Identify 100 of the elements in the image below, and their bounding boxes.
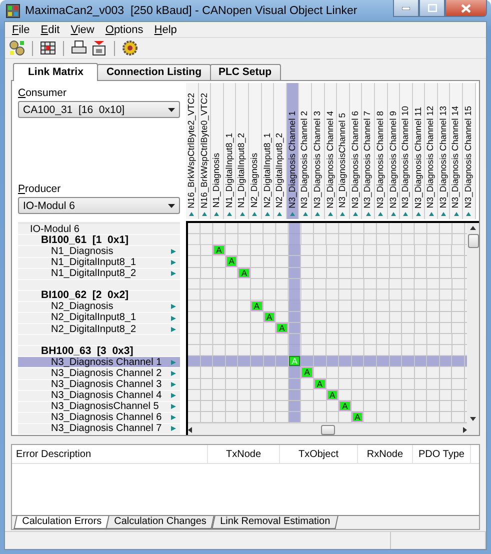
horizontal-scrollbar[interactable] [188,423,467,435]
matrix-cell[interactable] [226,268,238,279]
matrix-cell[interactable] [213,300,226,312]
matrix-cell[interactable] [188,378,201,390]
matrix-cell[interactable] [188,245,201,256]
column-header[interactable]: N3_Diagnosis Channel 15 [463,83,476,220]
signal-row[interactable]: N2_DigitalInput8_2 [18,324,180,336]
menu-item[interactable]: View [68,24,102,36]
maximize-button[interactable] [419,0,445,17]
matrix-cell[interactable] [364,300,377,312]
matrix-cell[interactable] [276,400,289,412]
matrix-cell[interactable] [288,245,302,256]
matrix-cell[interactable] [264,367,276,379]
matrix-cell[interactable] [352,356,364,368]
column-header[interactable]: N3_DiagnosisChannel 5 [337,83,350,220]
matrix-cell[interactable] [288,367,302,379]
column-header[interactable]: N3_Diagnosis Channel 8 [374,83,388,220]
matrix-cell[interactable] [213,256,226,268]
matrix-cell[interactable] [264,245,276,256]
scroll-left-icon[interactable] [188,426,192,432]
matrix-cell[interactable] [376,245,390,256]
matrix-cell[interactable] [250,256,264,268]
matrix-cell[interactable] [452,256,466,268]
matrix-cell[interactable] [364,245,377,256]
matrix-cell[interactable] [238,356,251,368]
link-marker[interactable]: A [226,256,238,267]
matrix-cell[interactable] [188,367,201,379]
matrix-cell[interactable] [364,378,377,390]
matrix-cell[interactable] [339,268,352,279]
consumer-dropdown[interactable]: CA100_31 [16 0x10] [18,101,180,118]
matrix-cell[interactable] [352,256,364,268]
matrix-cell[interactable] [200,356,214,368]
signal-row[interactable]: N3_Diagnosis Channel 7 [18,424,180,435]
matrix-cell[interactable] [188,256,201,268]
column-header[interactable]: N16_BrkWspCtrlByte2_VTC2 [186,83,199,220]
matrix-cell[interactable] [226,323,238,334]
matrix-cell[interactable] [276,412,289,423]
column-header[interactable]: N3_Diagnosis Channel 7 [362,83,375,220]
link-marker[interactable]: A [238,268,250,278]
matrix-cell[interactable] [427,245,440,256]
matrix-cell[interactable] [238,390,251,401]
matrix-cell[interactable] [276,390,289,401]
matrix-cell[interactable] [452,268,466,279]
scroll-up-icon[interactable] [470,226,476,230]
column-header[interactable]: RxNode [358,445,413,463]
matrix-cell[interactable] [402,412,415,423]
print-preview-icon[interactable] [91,40,107,56]
column-header[interactable]: PDO Type [413,445,471,463]
matrix-cell[interactable] [188,300,201,312]
matrix-cell[interactable] [200,323,214,334]
column-header[interactable]: N2_DigitalInput8_1 [262,83,274,220]
column-header[interactable]: N3_Diagnosis Channel 1 [286,83,300,220]
column-header[interactable]: N1_Diagnosis [211,83,224,220]
matrix-cell[interactable] [188,412,201,423]
column-header[interactable]: Error Description [12,445,208,463]
matrix-cell[interactable] [326,256,340,268]
device-row[interactable]: IO-Modul 6 [18,224,180,236]
matrix-cell[interactable] [364,312,377,324]
matrix-cell[interactable] [452,245,466,256]
link-marker[interactable]: A [339,400,351,411]
matrix-cell[interactable] [326,367,340,379]
matrix-cell[interactable] [276,245,289,256]
matrix-cell[interactable] [276,268,289,279]
matrix-cell[interactable] [314,256,327,268]
matrix-cell[interactable] [213,412,226,423]
matrix-cell[interactable] [402,378,415,390]
matrix-cell[interactable] [364,356,377,368]
matrix-cell[interactable] [288,323,302,334]
column-header[interactable]: N3_Diagnosis Channel 14 [450,83,464,220]
matrix-cell[interactable] [301,312,314,324]
matrix-cell[interactable] [452,412,466,423]
column-header[interactable]: N3_Diagnosis Channel 2 [299,83,312,220]
matrix-cell[interactable] [200,245,214,256]
matrix-cell[interactable] [238,400,251,412]
matrix-cell[interactable] [276,312,289,324]
matrix-cell[interactable] [276,378,289,390]
matrix-cell[interactable] [213,378,226,390]
link-marker[interactable]: A [213,245,225,256]
matrix-cell[interactable] [314,300,327,312]
tab[interactable]: Connection Listing [97,64,211,80]
matrix-cell[interactable] [339,323,352,334]
column-header[interactable]: N16_BrkWspCtrlByte0_VTC2 [198,83,212,220]
matrix-cell[interactable] [250,312,264,324]
matrix-cell[interactable] [276,356,289,368]
matrix-cell[interactable] [276,300,289,312]
matrix-cell[interactable] [452,312,466,324]
matrix-cell[interactable] [339,378,352,390]
matrix-cell[interactable] [390,300,402,312]
column-header[interactable]: N2_DigitalInput8_2 [274,83,287,220]
matrix-cell[interactable] [200,367,214,379]
matrix-cell[interactable] [250,356,264,368]
matrix-cell[interactable] [188,356,201,368]
matrix-cell[interactable] [352,245,364,256]
close-button[interactable] [445,0,487,17]
matrix-cell[interactable] [364,256,377,268]
matrix-cell[interactable] [427,356,440,368]
matrix-cell[interactable] [301,378,314,390]
gears-icon[interactable] [9,40,25,56]
matrix-cell[interactable] [390,256,402,268]
matrix-cell[interactable] [250,323,264,334]
